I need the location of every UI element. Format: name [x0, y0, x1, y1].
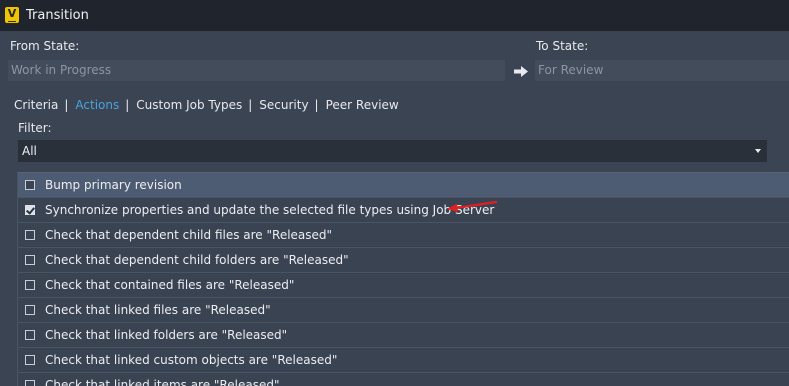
action-row[interactable]: Check that dependent child folders are "…: [18, 248, 789, 273]
action-checkbox[interactable]: [25, 255, 35, 265]
action-checkbox[interactable]: [25, 305, 35, 315]
tab-separator: |: [314, 98, 319, 112]
filter-value: All: [22, 144, 37, 158]
tab-actions[interactable]: Actions: [75, 98, 119, 112]
action-row[interactable]: Check that linked files are "Released": [18, 298, 789, 323]
action-label: Check that dependent child folders are "…: [45, 253, 349, 267]
tab-security[interactable]: Security: [259, 98, 308, 112]
from-state-label: From State:: [10, 39, 80, 53]
action-row[interactable]: Bump primary revision: [18, 173, 789, 198]
action-row[interactable]: Check that dependent child files are "Re…: [18, 223, 789, 248]
action-checkbox[interactable]: [25, 205, 35, 215]
action-label: Check that contained files are "Released…: [45, 278, 295, 292]
chevron-down-icon[interactable]: [755, 149, 761, 153]
action-label: Check that dependent child files are "Re…: [45, 228, 333, 242]
action-label: Check that linked items are "Released": [45, 378, 280, 386]
action-row[interactable]: Check that contained files are "Released…: [18, 273, 789, 298]
to-state-field[interactable]: For Review: [535, 60, 789, 81]
action-checkbox[interactable]: [25, 180, 35, 190]
action-label: Synchronize properties and update the se…: [45, 203, 495, 217]
annotation-arrow-icon: [447, 200, 498, 212]
action-checkbox[interactable]: [25, 280, 35, 290]
action-row[interactable]: Check that linked items are "Released": [18, 373, 789, 386]
to-state-label: To State:: [536, 39, 589, 53]
arrow-right-icon: [514, 66, 528, 77]
from-state-field[interactable]: Work in Progress: [8, 60, 505, 81]
action-label: Bump primary revision: [45, 178, 182, 192]
action-row[interactable]: Synchronize properties and update the se…: [18, 198, 789, 223]
action-label: Check that linked folders are "Released": [45, 328, 288, 342]
tab-separator: |: [64, 98, 69, 112]
action-label: Check that linked custom objects are "Re…: [45, 353, 338, 367]
action-checkbox[interactable]: [25, 380, 35, 386]
tab-separator: |: [125, 98, 130, 112]
tab-bar: Criteria | Actions | Custom Job Types | …: [14, 98, 399, 112]
actions-list: Bump primary revision Synchronize proper…: [17, 172, 789, 386]
vault-app-icon: V: [5, 7, 19, 23]
tab-custom-job-types[interactable]: Custom Job Types: [136, 98, 242, 112]
window-title: Transition: [26, 8, 89, 23]
action-checkbox[interactable]: [25, 355, 35, 365]
action-checkbox[interactable]: [25, 330, 35, 340]
title-bar: V Transition: [0, 0, 789, 31]
action-row[interactable]: Check that linked folders are "Released": [18, 323, 789, 348]
action-row[interactable]: Check that linked custom objects are "Re…: [18, 348, 789, 373]
filter-label: Filter:: [18, 121, 52, 135]
action-checkbox[interactable]: [25, 230, 35, 240]
tab-peer-review[interactable]: Peer Review: [326, 98, 399, 112]
tab-separator: |: [248, 98, 253, 112]
action-label: Check that linked files are "Released": [45, 303, 271, 317]
tab-criteria[interactable]: Criteria: [14, 98, 58, 112]
filter-dropdown[interactable]: All: [18, 140, 767, 162]
